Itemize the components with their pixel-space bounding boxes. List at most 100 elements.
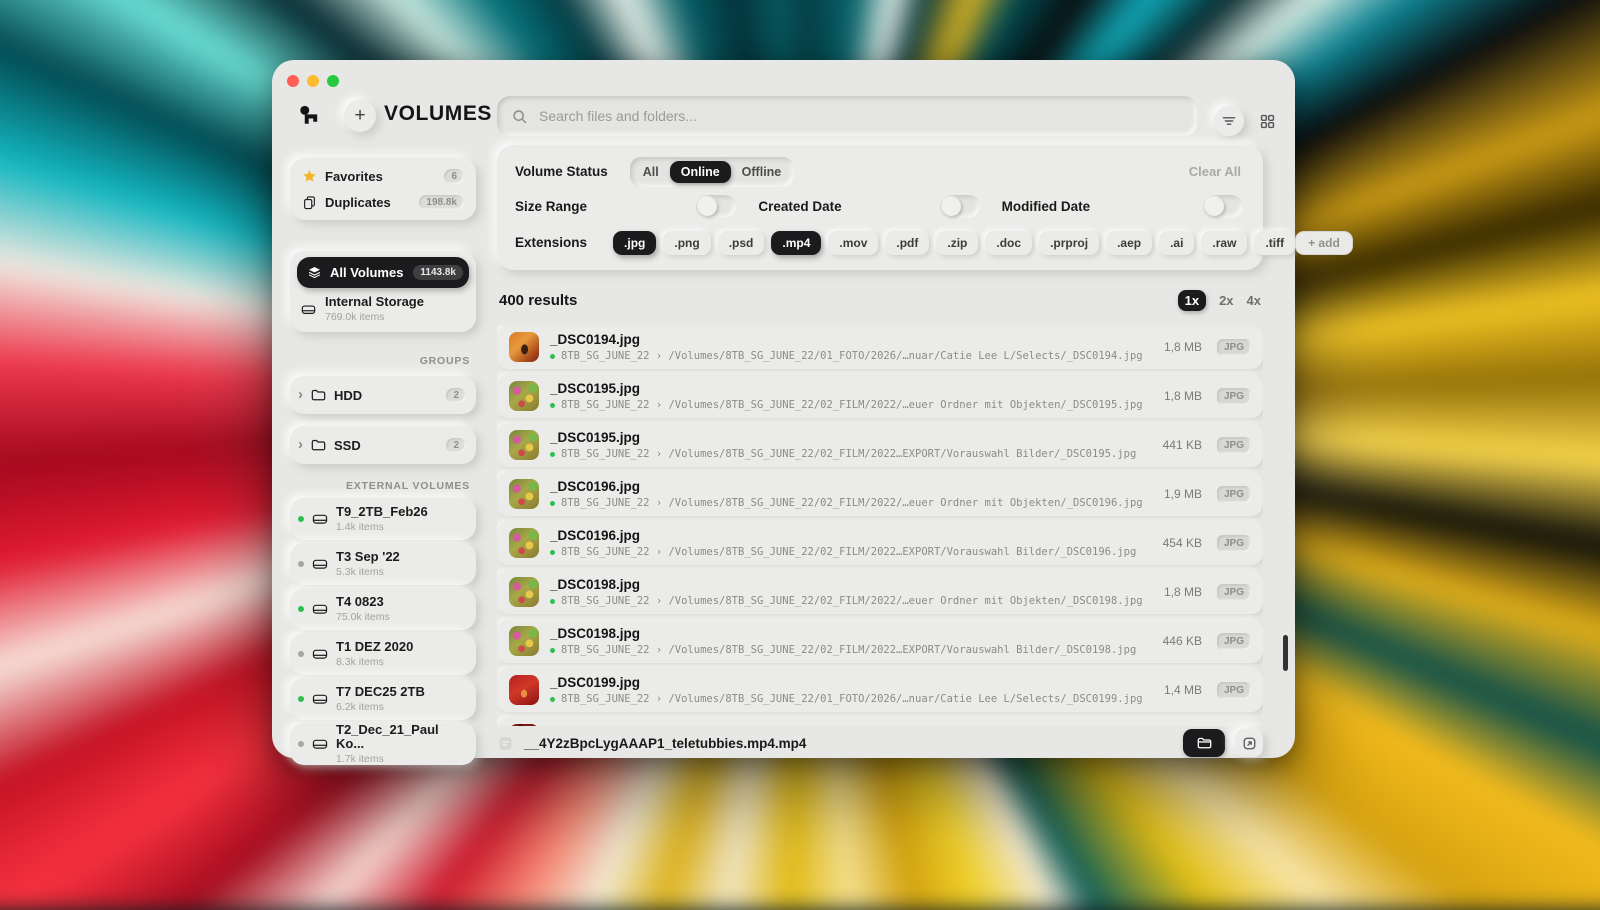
file-row[interactable]: _DSC0196.jpg 8TB_SG_JUNE_22 › /Volumes/8… xyxy=(497,472,1263,516)
sidebar-item-favorites[interactable]: Favorites 6 xyxy=(297,163,469,189)
file-list: _DSC0194.jpg 8TB_SG_JUNE_22 › /Volumes/8… xyxy=(497,325,1263,731)
file-row[interactable]: _DSC0198.jpg 8TB_SG_JUNE_22 › /Volumes/8… xyxy=(497,570,1263,614)
sidebar-item-external-volume[interactable]: T9_2TB_Feb26 1.4k items xyxy=(290,498,476,540)
grid-view-button[interactable] xyxy=(1252,106,1282,136)
volume-online-dot xyxy=(550,550,555,555)
extension-chip-tiff[interactable]: .tiff xyxy=(1254,231,1295,255)
file-path: 8TB_SG_JUNE_22 › /Volumes/8TB_SG_JUNE_22… xyxy=(561,693,1143,706)
volume-items: 5.3k items xyxy=(336,566,468,578)
filter-panel: Volume Status All Online Offline Clear A… xyxy=(497,145,1263,270)
scrollbar-thumb[interactable] xyxy=(1283,635,1288,671)
extension-chip-mp4[interactable]: .mp4 xyxy=(771,231,821,255)
file-size: 441 KB xyxy=(1163,438,1202,452)
extension-chip-png[interactable]: .png xyxy=(663,231,710,255)
status-dot xyxy=(298,696,304,702)
extension-chip-zip[interactable]: .zip xyxy=(936,231,978,255)
chevron-right-icon[interactable]: › xyxy=(298,437,303,452)
zoom-option-1x[interactable]: 1x xyxy=(1178,290,1206,311)
extension-chip-aep[interactable]: .aep xyxy=(1106,231,1152,255)
volume-items: 1.7k items xyxy=(336,753,468,765)
zoom-option-4x[interactable]: 4x xyxy=(1247,293,1261,308)
extension-chip-jpg[interactable]: .jpg xyxy=(613,231,656,255)
file-name: _DSC0198.jpg xyxy=(550,577,1153,593)
sidebar-item-all-volumes[interactable]: All Volumes 1143.8k xyxy=(297,257,469,288)
file-type-badge: JPG xyxy=(1217,437,1251,454)
file-type-badge: JPG xyxy=(1217,388,1251,405)
group-ssd-count-badge: 2 xyxy=(446,438,466,453)
volume-status-label: Volume Status xyxy=(515,164,608,179)
sidebar-item-external-volume[interactable]: T1 DEZ 2020 8.3k items xyxy=(290,633,476,675)
open-file-button[interactable] xyxy=(1235,729,1263,757)
file-row[interactable]: _DSC0195.jpg 8TB_SG_JUNE_22 › /Volumes/8… xyxy=(497,374,1263,418)
sidebar-item-external-volume[interactable]: T7 DEC25 2TB 6.2k items xyxy=(290,678,476,720)
file-row[interactable]: _DSC0196.jpg 8TB_SG_JUNE_22 › /Volumes/8… xyxy=(497,521,1263,565)
volume-name: T4 0823 xyxy=(336,595,468,610)
file-name: _DSC0196.jpg xyxy=(550,479,1153,495)
sidebar-item-external-volume[interactable]: T4 0823 75.0k items xyxy=(290,588,476,630)
results-count: 400 results xyxy=(499,292,577,309)
volume-name: T3 Sep '22 xyxy=(336,550,468,565)
modified-date-toggle[interactable] xyxy=(1203,195,1243,218)
minimize-window-button[interactable] xyxy=(307,75,319,87)
created-date-toggle[interactable] xyxy=(940,195,980,218)
folder-icon xyxy=(1196,735,1213,752)
internal-storage-label: Internal Storage xyxy=(325,295,466,310)
extension-chip-ai[interactable]: .ai xyxy=(1159,231,1194,255)
extension-chip-doc[interactable]: .doc xyxy=(985,231,1032,255)
status-option-offline[interactable]: Offline xyxy=(731,161,793,183)
app-logo-icon xyxy=(298,104,322,128)
status-dot xyxy=(298,516,304,522)
volume-status-row: Volume Status All Online Offline Clear A… xyxy=(515,156,1245,187)
sidebar-group-hdd[interactable]: › HDD 2 xyxy=(290,376,476,414)
close-window-button[interactable] xyxy=(287,75,299,87)
created-date-label: Created Date xyxy=(758,199,841,214)
add-volume-button[interactable]: + xyxy=(344,100,376,132)
size-range-toggle[interactable] xyxy=(696,195,736,218)
file-name: _DSC0195.jpg xyxy=(550,430,1152,446)
add-extension-button[interactable]: + add xyxy=(1295,231,1353,255)
sidebar-group-ssd[interactable]: › SSD 2 xyxy=(290,426,476,464)
file-type-badge: JPG xyxy=(1217,486,1251,503)
sidebar: Favorites 6 Duplicates 198.8k All Volume… xyxy=(290,158,476,765)
file-thumbnail xyxy=(509,577,539,607)
extension-chip-raw[interactable]: .raw xyxy=(1201,231,1247,255)
extension-chip-prproj[interactable]: .prproj xyxy=(1039,231,1099,255)
extension-chip-psd[interactable]: .psd xyxy=(718,231,765,255)
file-row[interactable]: _DSC0198.jpg 8TB_SG_JUNE_22 › /Volumes/8… xyxy=(497,619,1263,663)
favorites-card: Favorites 6 Duplicates 198.8k xyxy=(290,158,476,220)
extension-chip-pdf[interactable]: .pdf xyxy=(885,231,929,255)
sidebar-item-internal-storage[interactable]: Internal Storage 769.0k items xyxy=(295,292,471,326)
file-row[interactable]: _DSC0194.jpg 8TB_SG_JUNE_22 › /Volumes/8… xyxy=(497,325,1263,369)
file-row[interactable]: _DSC0199.jpg 8TB_SG_JUNE_22 › /Volumes/8… xyxy=(497,668,1263,712)
zoom-window-button[interactable] xyxy=(327,75,339,87)
volume-items: 6.2k items xyxy=(336,701,468,713)
status-option-all[interactable]: All xyxy=(632,161,670,183)
extension-chip-mov[interactable]: .mov xyxy=(828,231,878,255)
drive-icon xyxy=(311,690,329,708)
file-row[interactable]: _DSC0195.jpg 8TB_SG_JUNE_22 › /Volumes/8… xyxy=(497,423,1263,467)
volume-online-dot xyxy=(550,403,555,408)
search-input[interactable] xyxy=(537,107,1183,125)
sidebar-item-external-volume[interactable]: T2_Dec_21_Paul Ko... 1.7k items xyxy=(290,723,476,765)
file-path: 8TB_SG_JUNE_22 › /Volumes/8TB_SG_JUNE_22… xyxy=(561,546,1136,559)
file-thumbnail xyxy=(509,675,539,705)
clear-all-button[interactable]: Clear All xyxy=(1189,164,1245,179)
group-hdd-label: HDD xyxy=(334,388,439,403)
reveal-in-folder-button[interactable] xyxy=(1183,729,1225,757)
sidebar-item-duplicates[interactable]: Duplicates 198.8k xyxy=(297,189,469,215)
file-size: 454 KB xyxy=(1163,536,1202,550)
sort-filter-button[interactable] xyxy=(1214,106,1244,136)
search-bar[interactable] xyxy=(497,96,1197,136)
extensions-label: Extensions xyxy=(515,235,587,250)
volume-online-dot xyxy=(550,599,555,604)
groups-section-header: GROUPS xyxy=(290,355,476,367)
status-option-online[interactable]: Online xyxy=(670,161,731,183)
toggle-knob xyxy=(1205,197,1224,216)
chevron-right-icon[interactable]: › xyxy=(298,387,303,402)
search-icon xyxy=(511,108,528,125)
zoom-option-2x[interactable]: 2x xyxy=(1219,293,1233,308)
sidebar-item-external-volume[interactable]: T3 Sep '22 5.3k items xyxy=(290,543,476,585)
folder-icon xyxy=(310,387,327,404)
plus-icon: + xyxy=(354,105,365,127)
file-path: 8TB_SG_JUNE_22 › /Volumes/8TB_SG_JUNE_22… xyxy=(561,399,1143,412)
